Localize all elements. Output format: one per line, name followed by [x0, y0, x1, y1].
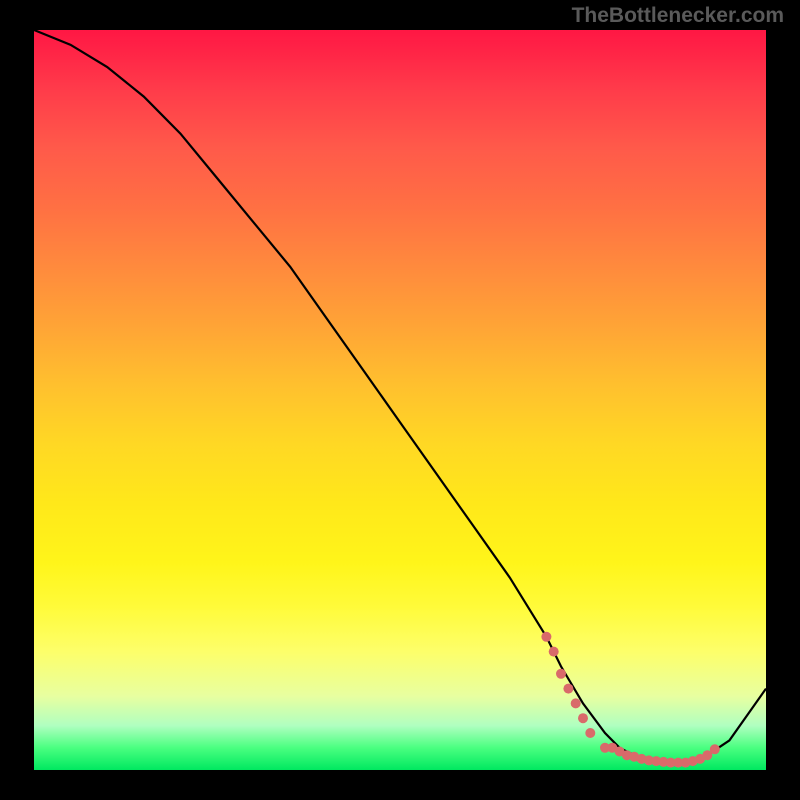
chart-container: TheBottlenecker.com	[0, 0, 800, 800]
marker-dot	[571, 698, 581, 708]
marker-dot	[585, 728, 595, 738]
curve-group	[34, 30, 766, 763]
watermark-text: TheBottlenecker.com	[572, 4, 784, 28]
marker-dot	[541, 632, 551, 642]
marker-dot	[556, 669, 566, 679]
marker-dot	[578, 713, 588, 723]
marker-dot	[549, 647, 559, 657]
marker-dot	[563, 684, 573, 694]
plot-area	[34, 30, 766, 770]
marker-dot	[710, 744, 720, 754]
bottleneck-curve	[34, 30, 766, 763]
bottleneck-curve-svg	[34, 30, 766, 770]
dots-group	[541, 632, 719, 768]
